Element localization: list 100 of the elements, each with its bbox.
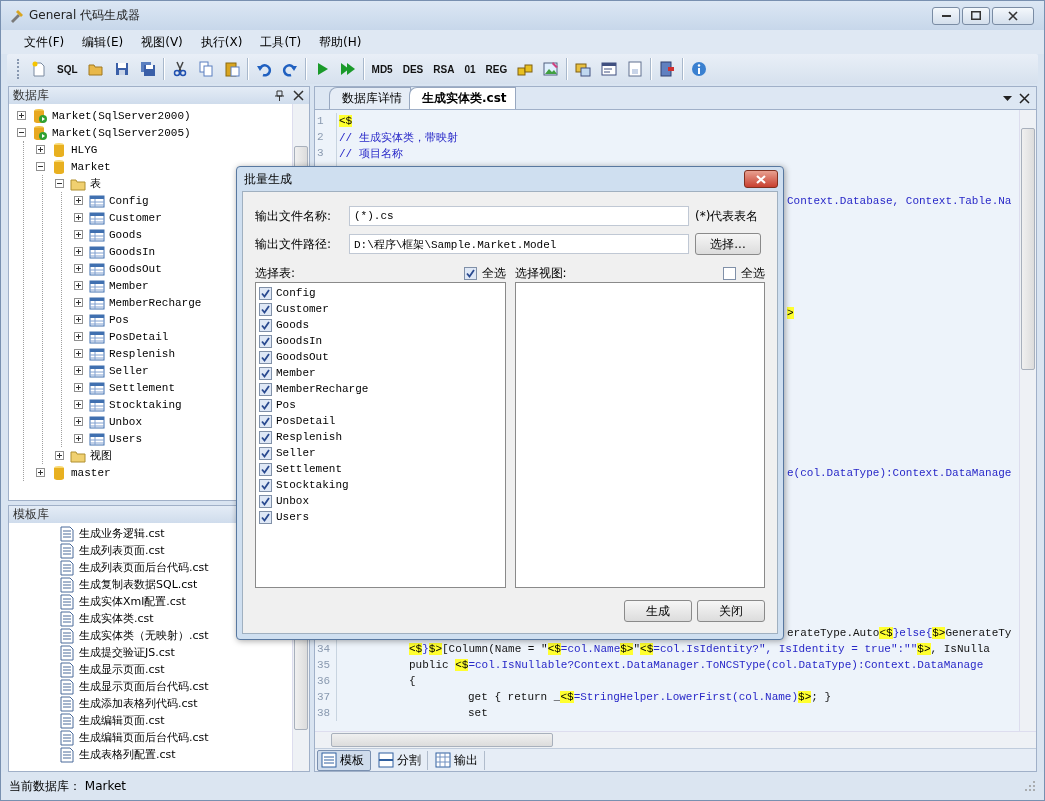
scrollbar[interactable]	[1019, 110, 1036, 731]
view-tab[interactable]: 分割	[375, 750, 428, 770]
menu-item[interactable]: 编辑(E)	[73, 31, 133, 53]
template-item[interactable]: 生成实体类.cst	[79, 611, 154, 626]
dialog-button[interactable]: 关闭	[697, 600, 765, 622]
tree-item[interactable]: MemberRecharge	[109, 296, 202, 309]
redo-icon[interactable]	[281, 61, 298, 77]
tree-item[interactable]: Market(SqlServer2005)	[52, 126, 191, 139]
tree-item[interactable]: GoodsOut	[109, 262, 162, 275]
checkbox[interactable]	[463, 266, 477, 280]
menu-item[interactable]: 视图(V)	[132, 31, 192, 53]
toolbar-button[interactable]: DES	[402, 63, 424, 75]
scissors-icon[interactable]	[171, 61, 188, 77]
template-item[interactable]: 生成添加表格列代码.cst	[79, 696, 198, 711]
browse-button[interactable]: 选择...	[695, 233, 761, 255]
document-tab[interactable]: 数据库详情	[329, 87, 411, 109]
cubes-icon[interactable]	[517, 61, 534, 77]
checkbox[interactable]	[259, 350, 272, 364]
template-item[interactable]: 生成显示页面.cst	[79, 662, 165, 677]
picture-frame-icon[interactable]	[543, 61, 560, 77]
view-tab[interactable]: 模板	[317, 749, 371, 771]
expand-toggle[interactable]	[74, 230, 83, 239]
expand-toggle[interactable]	[74, 247, 83, 256]
tree-item[interactable]: PosDetail	[109, 330, 169, 343]
text-field[interactable]: (*).cs	[349, 206, 689, 226]
checkbox[interactable]	[259, 462, 272, 476]
template-item[interactable]: 生成复制表数据SQL.cst	[79, 577, 198, 592]
close-icon[interactable]	[292, 89, 305, 102]
template-item[interactable]: 生成列表页面.cst	[79, 543, 165, 558]
tree-item[interactable]: Unbox	[109, 415, 142, 428]
checkbox[interactable]	[259, 366, 272, 380]
menu-item[interactable]: 帮助(H)	[310, 31, 371, 53]
template-item[interactable]: 生成编辑页面后台代码.cst	[79, 730, 209, 745]
close-button[interactable]	[992, 6, 1034, 25]
tree-item[interactable]: 表	[90, 176, 101, 191]
template-item[interactable]: 生成编辑页面.cst	[79, 713, 165, 728]
toolbar-button[interactable]: SQL	[57, 63, 78, 75]
clipboard-icon[interactable]	[223, 61, 240, 77]
info-icon[interactable]	[691, 61, 708, 77]
save-all-icon[interactable]	[139, 61, 156, 77]
toolbar-button[interactable]: RSA	[433, 63, 455, 75]
expand-toggle[interactable]	[36, 162, 45, 171]
tree-item[interactable]: master	[71, 466, 111, 479]
toolbar-button[interactable]: REG	[485, 63, 508, 75]
expand-toggle[interactable]	[74, 366, 83, 375]
toolbar-button[interactable]: MD5	[371, 63, 393, 75]
document-tab[interactable]: 生成实体类.cst	[409, 87, 516, 109]
expand-toggle[interactable]	[74, 264, 83, 273]
tree-item[interactable]: GoodsIn	[109, 245, 156, 258]
checkbox[interactable]	[259, 318, 272, 332]
tree-item[interactable]: Customer	[109, 211, 162, 224]
scrollbar[interactable]	[315, 731, 1036, 748]
tree-item[interactable]: Seller	[109, 364, 149, 377]
fast-forward-icon[interactable]	[339, 61, 356, 77]
expand-toggle[interactable]	[74, 400, 83, 409]
expand-toggle[interactable]	[74, 315, 83, 324]
toolbar-button[interactable]: 01	[464, 63, 476, 75]
expand-toggle[interactable]	[55, 451, 64, 460]
checkbox[interactable]	[259, 398, 272, 412]
dialog-button[interactable]: 生成	[624, 600, 692, 622]
maximize-button[interactable]	[962, 6, 990, 25]
tree-item[interactable]: Goods	[109, 228, 142, 241]
expand-toggle[interactable]	[17, 128, 26, 137]
checkbox[interactable]	[259, 430, 272, 444]
expand-toggle[interactable]	[74, 298, 83, 307]
expand-toggle[interactable]	[17, 111, 26, 120]
checkbox[interactable]	[259, 382, 272, 396]
tree-item[interactable]: Settlement	[109, 381, 175, 394]
template-item[interactable]: 生成实体Xml配置.cst	[79, 594, 186, 609]
undo-icon[interactable]	[255, 61, 272, 77]
expand-toggle[interactable]	[74, 281, 83, 290]
minimize-button[interactable]	[932, 6, 960, 25]
tree-item[interactable]: Stocktaking	[109, 398, 182, 411]
checkbox[interactable]	[259, 286, 272, 300]
checkbox[interactable]	[259, 478, 272, 492]
expand-toggle[interactable]	[55, 179, 64, 188]
tree-item[interactable]: Resplenish	[109, 347, 175, 360]
close-icon[interactable]	[1019, 92, 1030, 104]
menu-item[interactable]: 文件(F)	[15, 31, 74, 53]
text-field[interactable]: D:\程序\框架\Sample.Market.Model	[349, 234, 689, 254]
checkbox[interactable]	[259, 494, 272, 508]
menu-item[interactable]: 执行(X)	[191, 31, 252, 53]
expand-toggle[interactable]	[74, 383, 83, 392]
close-button[interactable]	[744, 170, 778, 188]
tree-item[interactable]: 视图	[90, 448, 112, 463]
template-item[interactable]: 生成提交验证JS.cst	[79, 645, 175, 660]
expand-toggle[interactable]	[74, 349, 83, 358]
window-icon[interactable]	[601, 61, 618, 77]
checkbox[interactable]	[723, 266, 736, 280]
expand-toggle[interactable]	[36, 468, 45, 477]
exit-icon[interactable]	[659, 61, 676, 77]
template-item[interactable]: 生成列表页面后台代码.cst	[79, 560, 209, 575]
template-item[interactable]: 生成显示页面后台代码.cst	[79, 679, 209, 694]
expand-toggle[interactable]	[74, 196, 83, 205]
tree-item[interactable]: Pos	[109, 313, 129, 326]
copy-icon[interactable]	[197, 61, 214, 77]
tree-item[interactable]: Users	[109, 432, 142, 445]
template-item[interactable]: 生成业务逻辑.cst	[79, 526, 165, 541]
expand-toggle[interactable]	[74, 434, 83, 443]
template-item[interactable]: 生成实体类（无映射）.cst	[79, 628, 209, 643]
